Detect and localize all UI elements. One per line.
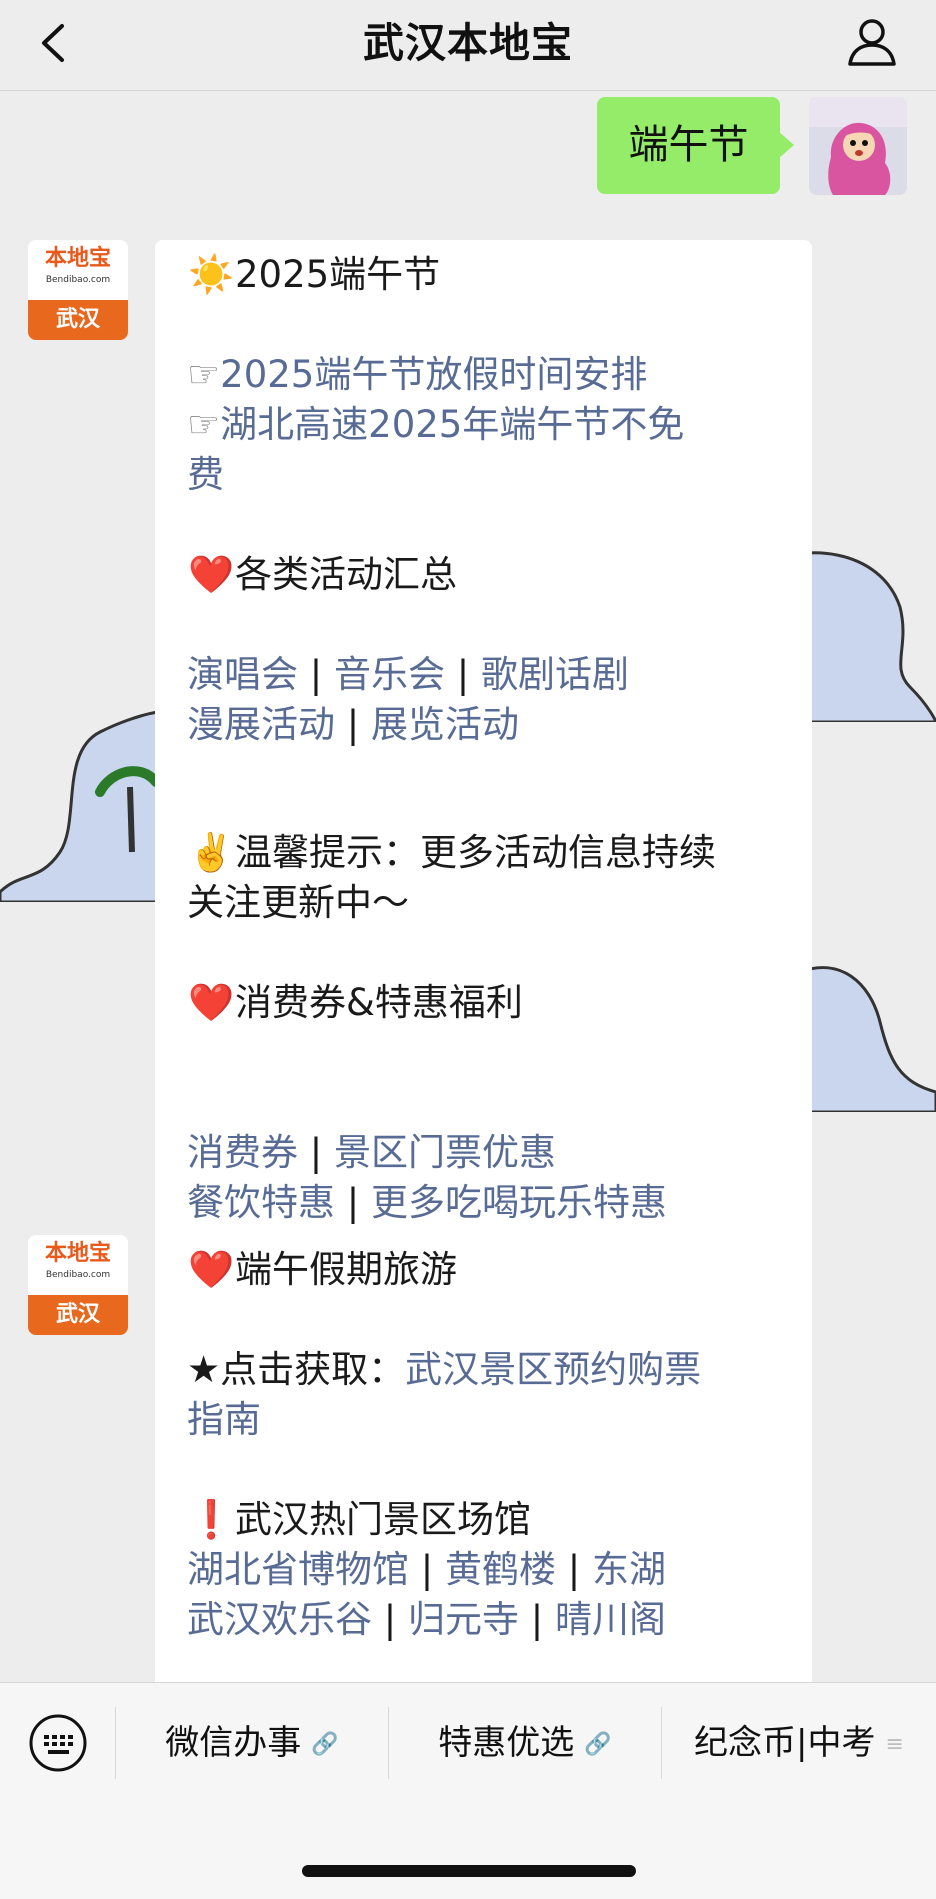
separator: |: [346, 703, 360, 746]
bot-message-card-2: ❤️端午假期旅游 ★点击获取：武汉景区预约购票 指南 ❗武汉热门景区场馆 湖北省…: [155, 1235, 812, 1682]
tip-text-cont: 关注更新中～: [187, 881, 409, 924]
hubei-museum-link[interactable]: 湖北省博物馆: [187, 1548, 409, 1591]
more-deals-link[interactable]: 更多吃喝玩乐特惠: [371, 1181, 667, 1224]
bot-brand-sub: Bendibao.com: [45, 275, 111, 285]
whale-doodle-left: [0, 710, 160, 902]
keyboard-icon[interactable]: [28, 1713, 88, 1773]
menu-item-label: 纪念币|中考: [694, 1723, 876, 1763]
highway-toll-link-cont[interactable]: 费: [187, 453, 224, 496]
separator: |: [567, 1548, 581, 1591]
user-icon[interactable]: [844, 14, 900, 70]
bot-message-card: ☀️2025端午节 ☞2025端午节放假时间安排 ☞湖北高速2025年端午节不免…: [155, 240, 812, 838]
separator: |: [530, 1598, 544, 1641]
drama-link[interactable]: 歌剧话剧: [481, 653, 629, 696]
cartoon-avatar-image: [809, 97, 907, 195]
happy-valley-link[interactable]: 武汉欢乐谷: [187, 1598, 372, 1641]
footer-area: [0, 1802, 936, 1899]
hot-venues-title: 武汉热门景区场馆: [235, 1498, 531, 1541]
booking-guide-link-cont[interactable]: 指南: [187, 1398, 261, 1441]
user-message-bubble[interactable]: 端午节: [597, 97, 794, 194]
section-travel-title: 端午假期旅游: [235, 1248, 457, 1291]
dining-deals-link[interactable]: 餐饮特惠: [187, 1181, 335, 1224]
booking-guide-link[interactable]: 武汉景区预约购票: [405, 1348, 701, 1391]
section-activities-title: 各类活动汇总: [235, 553, 457, 596]
menu-coins-exam[interactable]: 纪念币|中考 ≡: [662, 1705, 936, 1781]
bot-brand: 本地宝: [44, 246, 111, 271]
separator: |: [346, 1181, 360, 1224]
message-title-line: ☀️2025端午节: [187, 250, 784, 300]
heart-icon: ❤️: [187, 981, 235, 1024]
bot-logo: 本地宝 Bendibao.com: [28, 1235, 128, 1291]
separator: |: [309, 653, 323, 696]
user-avatar[interactable]: [809, 97, 907, 195]
pointer-icon: ☞: [187, 403, 221, 446]
music-concert-link[interactable]: 音乐会: [334, 653, 445, 696]
menu-item-label: 特惠优选: [438, 1723, 575, 1763]
bot-logo: 本地宝 Bendibao.com: [28, 240, 128, 296]
heart-icon: ❤️: [187, 553, 235, 596]
qingchuan-pavilion-link[interactable]: 晴川阁: [555, 1598, 666, 1641]
get-guide-label: ★点击获取：: [187, 1348, 406, 1391]
top-bar: 武汉本地宝: [0, 0, 936, 91]
bottom-menu: 微信办事 🔗 特惠优选 🔗 纪念币|中考 ≡: [0, 1682, 936, 1802]
link-icon: 🔗: [311, 1731, 339, 1757]
home-indicator[interactable]: [302, 1865, 636, 1877]
link-icon: 🔗: [584, 1731, 612, 1757]
highway-toll-link[interactable]: 湖北高速2025年端午节不免: [220, 403, 684, 446]
bot-brand-sub: Bendibao.com: [45, 1270, 111, 1280]
bot-city: 武汉: [28, 1295, 128, 1335]
east-lake-link[interactable]: 东湖: [592, 1548, 666, 1591]
guiyuan-temple-link[interactable]: 归元寺: [408, 1598, 519, 1641]
separator: |: [420, 1548, 434, 1591]
pointer-icon: ☞: [187, 353, 221, 396]
section-deals-title: 消费券&特惠福利: [235, 981, 523, 1024]
victory-hand-icon: ✌️: [187, 831, 235, 874]
exhibition-link[interactable]: 展览活动: [371, 703, 519, 746]
bot-message-card-lower: ✌️温馨提示：更多活动信息持续 关注更新中～ ❤️消费券&特惠福利: [155, 828, 812, 1082]
chat-title: 武汉本地宝: [363, 19, 573, 67]
menu-item-label: 微信办事: [165, 1723, 302, 1763]
bot-avatar[interactable]: 本地宝 Bendibao.com 武汉: [28, 240, 128, 340]
tip-text: 温馨提示：更多活动信息持续: [235, 831, 716, 874]
bot-avatar[interactable]: 本地宝 Bendibao.com 武汉: [28, 1235, 128, 1335]
separator: |: [309, 1131, 323, 1174]
bot-city: 武汉: [28, 300, 128, 340]
comic-expo-link[interactable]: 漫展活动: [187, 703, 335, 746]
heart-icon: ❤️: [187, 1248, 235, 1291]
bot-brand: 本地宝: [44, 1241, 111, 1266]
concert-link[interactable]: 演唱会: [187, 653, 298, 696]
separator: |: [383, 1598, 397, 1641]
menu-special-deals[interactable]: 特惠优选 🔗: [389, 1705, 661, 1781]
message-title: 2025端午节: [235, 253, 441, 296]
coupon-link[interactable]: 消费券: [187, 1131, 298, 1174]
separator: |: [456, 653, 470, 696]
sun-icon: ☀️: [187, 253, 235, 296]
chat-area[interactable]: 端午节 本地宝 Bendibao.com 武汉 ☀️2025端午节 ☞2025端…: [0, 92, 936, 1682]
menu-wechat-services[interactable]: 微信办事 🔗: [116, 1705, 388, 1781]
yellow-crane-tower-link[interactable]: 黄鹤楼: [445, 1548, 556, 1591]
exclamation-icon: ❗: [187, 1498, 235, 1541]
scenic-ticket-link[interactable]: 景区门票优惠: [334, 1131, 556, 1174]
holiday-schedule-link[interactable]: 2025端午节放假时间安排: [220, 353, 647, 396]
menu-lines-icon: ≡: [885, 1731, 904, 1757]
